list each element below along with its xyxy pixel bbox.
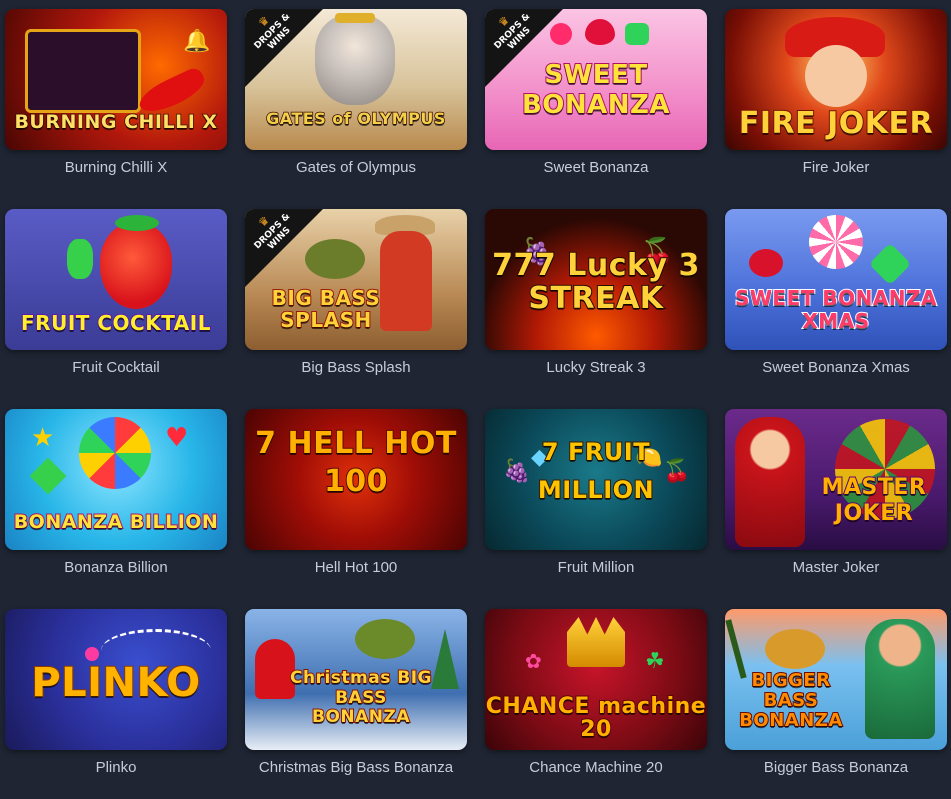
drops-and-wins-badge: ♛ DROPS & WINS: [485, 9, 565, 89]
zeus-icon: [315, 15, 395, 105]
game-thumbnail[interactable]: 🍇 🍒 777 Lucky 3 STREAK: [485, 209, 707, 350]
game-thumbnail[interactable]: GATES of OLYMPUS ♛ DROPS & WINS: [245, 9, 467, 150]
drops-and-wins-badge: ♛ DROPS & WINS: [245, 209, 325, 289]
game-card-christmas-big-bass-bonanza[interactable]: Christmas BIG BASS BONANZA Christmas Big…: [245, 609, 467, 799]
game-label[interactable]: Bigger Bass Bonanza: [725, 759, 947, 776]
game-label[interactable]: Plinko: [5, 759, 227, 776]
game-label[interactable]: Fire Joker: [725, 159, 947, 176]
game-card-bigger-bass-bonanza[interactable]: BIGGER BASS BONANZA Bigger Bass Bonanza: [725, 609, 947, 799]
game-thumbnail[interactable]: FIRE JOKER: [725, 9, 947, 150]
game-card-fruit-million[interactable]: 🍇 ◆ 🍋 🍒 7 FRUIT MILLION Fruit Million: [485, 409, 707, 599]
game-thumbnail[interactable]: 🔔 BURNING CHILLI X: [5, 9, 227, 150]
clover-icon: ☘: [645, 649, 665, 674]
game-thumbnail[interactable]: ★ ♥ BONANZA BILLION: [5, 409, 227, 550]
game-thumbnail[interactable]: 7 HELL HOT 100: [245, 409, 467, 550]
game-thumbnail[interactable]: BIG BASS SPLASH ♛ DROPS & WINS: [245, 209, 467, 350]
game-label[interactable]: Hell Hot 100: [245, 559, 467, 576]
game-label[interactable]: Bonanza Billion: [5, 559, 227, 576]
game-art-title: BIG BASS SPLASH: [271, 286, 381, 332]
game-art-title: BIGGER BASS BONANZA: [738, 670, 843, 732]
glove-icon: [67, 239, 93, 279]
game-card-sweet-bonanza-xmas[interactable]: SWEET BONANZA XMAS Sweet Bonanza Xmas: [725, 209, 947, 399]
game-label[interactable]: Gates of Olympus: [245, 159, 467, 176]
game-thumbnail[interactable]: 🍇 ◆ 🍋 🍒 7 FRUIT MILLION: [485, 409, 707, 550]
star-icon: ★: [31, 423, 55, 453]
game-label[interactable]: Christmas Big Bass Bonanza: [245, 759, 467, 776]
game-label[interactable]: Lucky Streak 3: [485, 359, 707, 376]
game-art-title: 7 FRUIT MILLION: [537, 437, 655, 505]
game-art-title: 777 Lucky 3 STREAK: [491, 248, 700, 316]
lollipop-icon: [809, 215, 863, 269]
game-art-title: MASTER JOKER: [821, 474, 927, 527]
strawberry-icon: [100, 223, 172, 309]
heart-candy-icon: [585, 19, 615, 45]
game-label[interactable]: Sweet Bonanza: [485, 159, 707, 176]
game-label[interactable]: Master Joker: [725, 559, 947, 576]
butterfly-icon: ✿: [525, 649, 542, 673]
heart-icon: ♥: [165, 423, 189, 453]
game-card-lucky-streak-3[interactable]: 🍇 🍒 777 Lucky 3 STREAK Lucky Streak 3: [485, 209, 707, 399]
candy-icon: [749, 249, 783, 277]
game-label[interactable]: Burning Chilli X: [5, 159, 227, 176]
gem-icon: [868, 242, 912, 286]
game-thumbnail[interactable]: ✿ ☘ CHANCE machine 20: [485, 609, 707, 750]
game-card-sweet-bonanza[interactable]: SWEET BONANZA ♛ DROPS & WINS Sweet Bonan…: [485, 9, 707, 199]
game-art-title: FIRE JOKER: [738, 106, 934, 141]
game-card-plinko[interactable]: PLINKO Plinko: [5, 609, 227, 799]
game-thumbnail[interactable]: Christmas BIG BASS BONANZA: [245, 609, 467, 750]
fish-icon: [355, 619, 415, 659]
green-candy-icon: [625, 23, 649, 45]
fishing-frog-icon: [765, 629, 825, 669]
game-art-title: SWEET BONANZA XMAS: [734, 286, 938, 334]
game-card-gates-of-olympus[interactable]: GATES of OLYMPUS ♛ DROPS & WINS Gates of…: [245, 9, 467, 199]
games-grid: 🔔 BURNING CHILLI X Burning Chilli X GATE…: [0, 0, 951, 776]
game-thumbnail[interactable]: MASTER JOKER: [725, 409, 947, 550]
game-art-title: FRUIT COCKTAIL: [20, 311, 211, 335]
gem-icon: [29, 457, 67, 495]
game-label[interactable]: Sweet Bonanza Xmas: [725, 359, 947, 376]
game-label[interactable]: Big Bass Splash: [245, 359, 467, 376]
game-card-bonanza-billion[interactable]: ★ ♥ BONANZA BILLION Bonanza Billion: [5, 409, 227, 599]
ball-icon: [85, 647, 99, 661]
game-label[interactable]: Fruit Million: [485, 559, 707, 576]
game-art-title: BURNING CHILLI X: [14, 111, 218, 133]
game-art-title: CHANCE machine 20: [485, 694, 707, 743]
game-thumbnail[interactable]: SWEET BONANZA XMAS: [725, 209, 947, 350]
game-card-master-joker[interactable]: MASTER JOKER Master Joker: [725, 409, 947, 599]
fisherman-icon: [865, 619, 935, 739]
game-thumbnail[interactable]: PLINKO: [5, 609, 227, 750]
jester-icon: [735, 417, 805, 547]
palm-tree-icon: [725, 619, 747, 679]
game-card-burning-chilli-x[interactable]: 🔔 BURNING CHILLI X Burning Chilli X: [5, 9, 227, 199]
game-thumbnail[interactable]: SWEET BONANZA ♛ DROPS & WINS: [485, 9, 707, 150]
game-art-title: Christmas BIG BASS BONANZA: [289, 667, 433, 728]
drops-and-wins-badge: ♛ DROPS & WINS: [245, 9, 325, 89]
game-card-hell-hot-100[interactable]: 7 HELL HOT 100 Hell Hot 100: [245, 409, 467, 599]
game-card-chance-machine-20[interactable]: ✿ ☘ CHANCE machine 20 Chance Machine 20: [485, 609, 707, 799]
bell-icon: 🔔: [183, 29, 211, 54]
fisherman-icon: [380, 231, 432, 331]
game-label[interactable]: Chance Machine 20: [485, 759, 707, 776]
game-art-title: 7 HELL HOT 100: [254, 425, 457, 500]
crown-icon: [335, 13, 375, 23]
candy-flower-icon: [79, 417, 151, 489]
game-card-big-bass-splash[interactable]: BIG BASS SPLASH ♛ DROPS & WINS Big Bass …: [245, 209, 467, 399]
slot-reels: [25, 29, 141, 113]
game-art-title: GATES of OLYMPUS: [265, 109, 446, 128]
game-card-fire-joker[interactable]: FIRE JOKER Fire Joker: [725, 9, 947, 199]
game-thumbnail[interactable]: BIGGER BASS BONANZA: [725, 609, 947, 750]
game-card-fruit-cocktail[interactable]: FRUIT COCKTAIL Fruit Cocktail: [5, 209, 227, 399]
leaf-icon: [115, 215, 159, 231]
game-art-title: PLINKO: [30, 660, 201, 706]
game-thumbnail[interactable]: FRUIT COCKTAIL: [5, 209, 227, 350]
game-art-title: BONANZA BILLION: [13, 511, 219, 533]
crown-icon: [567, 617, 625, 667]
joker-icon: [805, 45, 867, 107]
game-label[interactable]: Fruit Cocktail: [5, 359, 227, 376]
